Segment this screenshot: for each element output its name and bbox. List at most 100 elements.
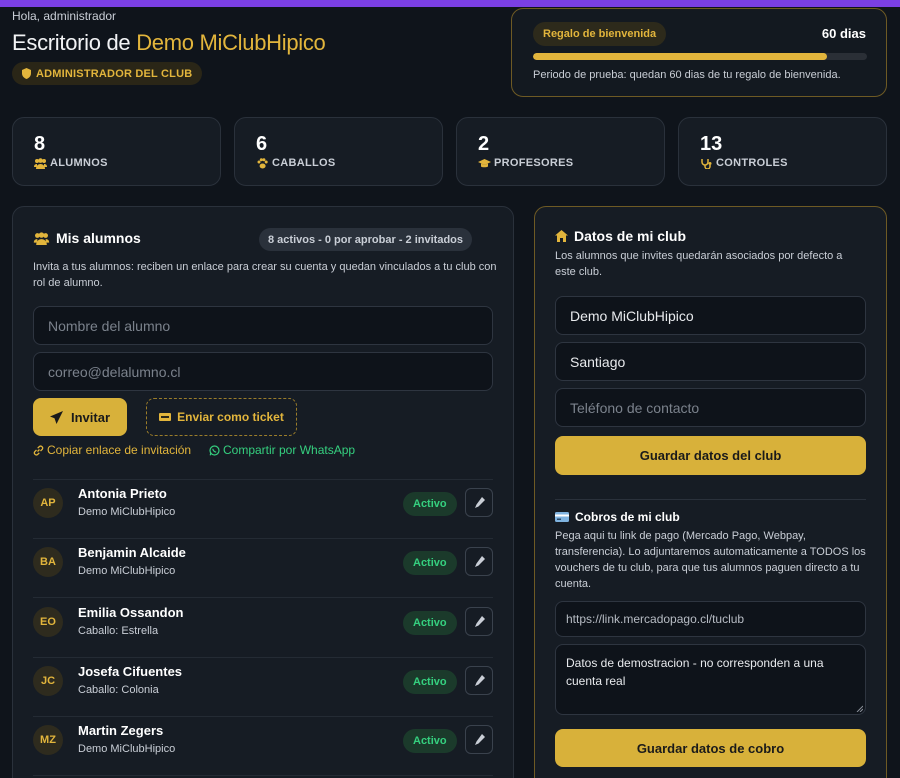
edit-student-button[interactable] — [465, 488, 493, 517]
student-name: Benjamin Alcaide — [78, 545, 186, 561]
avatar: JC — [33, 665, 63, 696]
student-subtitle: Demo MiClubHipico — [78, 506, 176, 518]
copy-invite-link-label: Copiar enlace de invitación — [47, 443, 192, 457]
stat-card-caballos[interactable]: 6 CABALLOS — [234, 117, 443, 186]
copy-invite-link[interactable]: Copiar enlace de invitación — [33, 443, 191, 457]
payment-notes-text: Datos de demostracion - no corresponden … — [566, 656, 824, 688]
trial-progress-fill — [533, 53, 827, 60]
page-title: Escritorio de Demo MiClubHipico — [12, 30, 326, 56]
edit-student-button[interactable] — [465, 606, 493, 636]
status-badge: Activo — [403, 551, 457, 576]
edit-student-button[interactable] — [465, 665, 493, 695]
student-row: JC Josefa Cifuentes Caballo: Colonia Activo — [33, 658, 493, 717]
stat-label-text: CABALLOS — [272, 157, 336, 169]
greeting: Hola, administrador — [12, 9, 117, 23]
student-row: BA Benjamin Alcaide Demo MiClubHipico Activ… — [33, 539, 493, 599]
title-prefix: Escritorio de — [12, 30, 137, 55]
club-description: Los alumnos que invites quedarán asociad… — [555, 250, 843, 278]
student-name: Josefa Cifuentes — [78, 663, 183, 679]
pencil-icon — [474, 497, 485, 508]
students-panel: Mis alumnos 8 activos - 0 por aprobar - … — [12, 206, 514, 778]
whatsapp-icon — [209, 444, 220, 456]
stat-label-text: CONTROLES — [716, 157, 788, 169]
stat-value: 6 — [256, 133, 268, 155]
payment-notes-textarea[interactable]: Datos de demostracion - no corresponden … — [555, 644, 866, 715]
send-ticket-label: Enviar como ticket — [177, 410, 284, 424]
student-row: AP Antonia Prieto Demo MiClubHipico Activo — [33, 480, 493, 539]
resize-handle-icon — [856, 705, 863, 712]
days-remaining: 60 dias — [821, 26, 866, 41]
avatar: MZ — [33, 725, 63, 756]
payment-link-input[interactable]: https://link.mercadopago.cl/tuclub — [555, 601, 866, 637]
club-name-input[interactable]: Demo MiClubHipico — [555, 296, 866, 335]
pencil-icon — [474, 556, 485, 568]
role-badge: ADMINISTRADOR DEL CLUB — [12, 62, 203, 85]
paper-plane-icon — [49, 410, 63, 424]
status-badge: Activo — [403, 669, 457, 694]
student-subtitle: Caballo: Estrella — [78, 624, 159, 637]
home-icon — [555, 230, 568, 242]
payments-heading: Cobros de mi club — [555, 510, 680, 524]
stat-value: 8 — [34, 133, 46, 155]
graduation-cap-icon — [478, 158, 491, 167]
edit-student-button[interactable] — [465, 725, 493, 755]
student-name-input[interactable]: Nombre del alumno — [33, 306, 493, 345]
stat-card-controles[interactable]: 13 CONTROLES — [678, 117, 887, 186]
student-subtitle: Caballo: Colonia — [78, 683, 159, 696]
status-badge: Activo — [403, 492, 457, 516]
student-name: Emilia Ossandon — [78, 604, 184, 620]
payments-title: Cobros de mi club — [575, 510, 680, 524]
student-subtitle: Demo MiClubHipico — [78, 743, 176, 756]
stat-card-profesores[interactable]: 2 PROFESORES — [456, 117, 665, 186]
student-name: Antonia Prieto — [78, 486, 167, 501]
stat-label: ALUMNOS — [34, 157, 108, 169]
students-heading: Mis alumnos — [33, 230, 141, 246]
students-title: Mis alumnos — [56, 230, 141, 246]
avatar: BA — [33, 547, 63, 578]
section-divider — [555, 499, 866, 500]
status-badge: Activo — [403, 610, 457, 635]
credit-card-icon — [555, 512, 569, 522]
student-row: EO Emilia Ossandon Caballo: Estrella Activo — [33, 599, 493, 658]
stat-label-text: ALUMNOS — [50, 157, 108, 169]
student-subtitle: Demo MiClubHipico — [78, 565, 176, 578]
trial-note: Periodo de prueba: quedan 60 dias de tu … — [533, 69, 841, 81]
save-payments-button[interactable]: Guardar datos de cobro — [555, 729, 866, 767]
club-panel: Datos de mi club Los alumnos que invites… — [534, 206, 887, 778]
stat-card-alumnos[interactable]: 8 ALUMNOS — [12, 117, 221, 186]
welcome-badge: Regalo de bienvenida — [533, 22, 667, 46]
shield-icon — [22, 68, 31, 79]
stat-value: 2 — [478, 133, 490, 155]
stat-label-text: PROFESORES — [494, 157, 574, 169]
invite-label: Invitar — [70, 409, 110, 425]
students-summary-badge: 8 activos - 0 por aprobar - 2 invitados — [259, 228, 472, 251]
student-name: Martin Zegers — [78, 723, 164, 739]
club-phone-input[interactable]: Teléfono de contacto — [555, 388, 866, 427]
send-ticket-button[interactable]: Enviar como ticket — [146, 398, 297, 436]
paw-icon — [257, 157, 268, 168]
ticket-icon — [159, 413, 172, 421]
invite-button[interactable]: Invitar — [33, 398, 127, 436]
students-description: Invita a tus alumnos: reciben un enlace … — [33, 261, 497, 289]
pencil-icon — [474, 615, 485, 627]
stat-label: PROFESORES — [478, 157, 573, 169]
link-icon — [33, 444, 44, 456]
student-row: MZ Martin Zegers Demo MiClubHipico Activo — [33, 717, 493, 777]
student-email-input[interactable]: correo@delalumno.cl — [33, 352, 493, 391]
stat-label: CONTROLES — [700, 157, 788, 169]
users-icon — [34, 157, 47, 169]
share-whatsapp-link[interactable]: Compartir por WhatsApp — [209, 443, 355, 457]
club-title: Datos de mi club — [574, 228, 687, 244]
users-icon — [33, 231, 50, 245]
edit-student-button[interactable] — [465, 547, 493, 577]
role-label: ADMINISTRADOR DEL CLUB — [36, 67, 193, 80]
payments-description: Pega aqui tu link de pago (Mercado Pago,… — [555, 530, 866, 590]
trial-progress-bar — [533, 53, 867, 60]
share-whatsapp-label: Compartir por WhatsApp — [223, 443, 356, 457]
save-club-button[interactable]: Guardar datos del club — [555, 436, 866, 475]
avatar: EO — [33, 606, 63, 637]
stethoscope-icon — [701, 158, 712, 169]
club-city-input[interactable]: Santiago — [555, 342, 866, 381]
club-name: Demo MiClubHipico — [136, 30, 326, 55]
avatar: AP — [33, 488, 63, 518]
